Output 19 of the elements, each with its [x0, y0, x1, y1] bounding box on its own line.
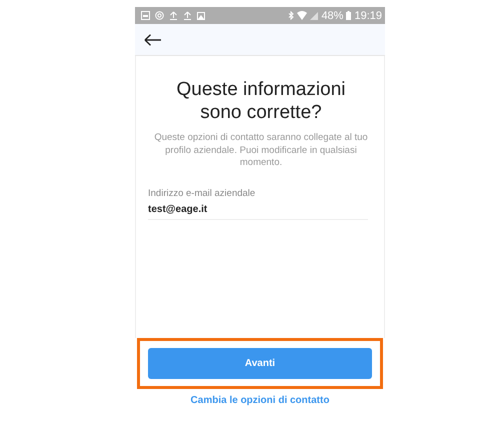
field-value: test@eage.it — [148, 204, 208, 214]
field-label: Indirizzo e-mail aziendale — [148, 188, 256, 198]
signal-icon — [310, 11, 318, 20]
clock-time: 19:19 — [354, 10, 382, 22]
description-text: Queste opzioni di contatto saranno collegate al tuo profilo aziendale. Puoi modificarle in qualsiasi momento. — [153, 132, 369, 170]
gallery-icon — [197, 11, 206, 20]
change-contact-link[interactable]: Cambia le opzioni di contatto — [190, 395, 330, 406]
page-title: Queste informazioni sono corrette? — [176, 78, 346, 124]
upload-icon — [169, 11, 178, 20]
battery-percentage: 48% — [321, 10, 344, 22]
battery-icon — [346, 11, 352, 20]
next-button[interactable]: Avanti — [148, 348, 372, 379]
circle-icon — [155, 11, 164, 20]
wifi-icon — [297, 11, 308, 20]
upload-icon — [183, 11, 192, 20]
image-icon — [141, 11, 150, 20]
email-field[interactable]: Indirizzo e-mail aziendale test@eage.it — [148, 188, 368, 220]
bluetooth-icon — [288, 11, 294, 20]
back-arrow-icon[interactable] — [144, 34, 162, 46]
